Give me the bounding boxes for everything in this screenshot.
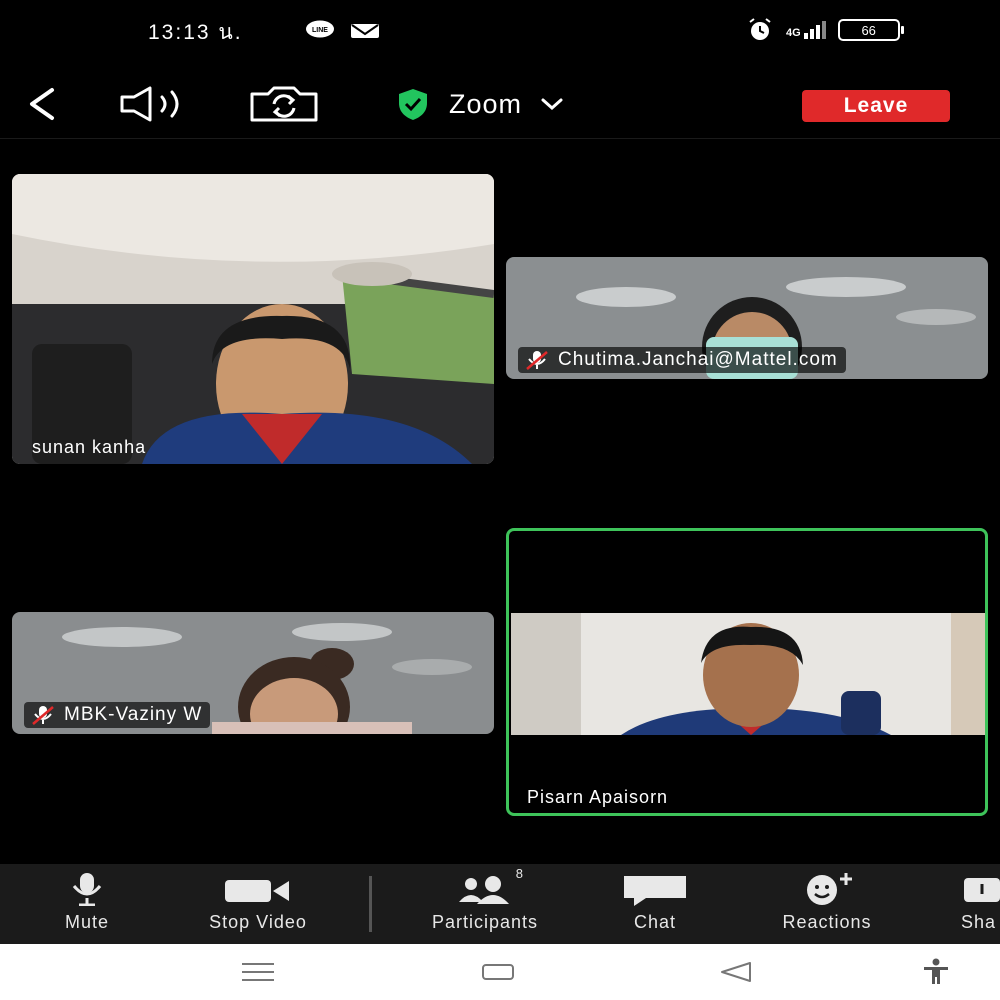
muted-mic-icon	[526, 351, 548, 370]
video-camera-icon	[225, 880, 289, 902]
status-system-icons: 4G 66	[746, 18, 904, 42]
system-nav-bar	[0, 944, 1000, 1000]
camera-switch-icon[interactable]	[248, 84, 320, 124]
status-time: 13:13 น.	[148, 21, 243, 44]
video-tile-sunan[interactable]: sunan kanha	[12, 174, 494, 464]
participants-label: Participants	[431, 912, 539, 932]
microphone-icon	[72, 873, 102, 906]
participant-name: Chutima.Janchai@Mattel.com	[558, 349, 838, 370]
accessibility-icon[interactable]	[920, 958, 952, 986]
participant-name: Pisarn Apaisorn	[527, 787, 669, 807]
stop-video-label: Stop Video	[209, 912, 307, 932]
alarm-icon	[749, 18, 771, 40]
share-screen-icon	[964, 878, 1000, 902]
participant-video	[12, 174, 494, 464]
stop-video-button[interactable]: Stop Video	[180, 872, 336, 933]
chat-label: Chat	[633, 912, 677, 932]
toolbar-divider	[369, 876, 372, 932]
share-button[interactable]: Sha	[958, 872, 1000, 933]
participant-name: MBK-Vaziny W	[64, 704, 203, 725]
smiley-plus-icon	[807, 873, 852, 905]
status-notification-icons: LINE	[305, 20, 381, 40]
signal-icon	[803, 21, 826, 39]
mute-label: Mute	[64, 912, 110, 932]
network-type: 4G	[786, 27, 801, 39]
svg-text:LINE: LINE	[312, 27, 328, 34]
reactions-label: Reactions	[782, 912, 872, 932]
chevron-left-icon[interactable]	[22, 84, 62, 124]
meeting-topbar: Zoom Leave	[0, 70, 1000, 139]
shield-check-icon	[399, 89, 427, 120]
reactions-button[interactable]: Reactions	[756, 872, 898, 933]
video-tile-vaziny[interactable]: MBK-Vaziny W	[12, 612, 494, 734]
mute-button[interactable]: Mute	[52, 872, 122, 933]
chat-bubble-icon	[624, 876, 686, 906]
participants-button[interactable]: 8 Participants	[400, 866, 570, 933]
video-tile-chutima[interactable]: Chutima.Janchai@Mattel.com	[506, 257, 988, 379]
video-tile-pisarn-active-speaker[interactable]: Pisarn Apaisorn	[506, 528, 988, 816]
meeting-toolbar: Mute Stop Video 8 Participants Chat Reac…	[0, 864, 1000, 944]
participants-count: 8	[515, 866, 523, 881]
meeting-title-dropdown[interactable]: Zoom	[395, 86, 564, 122]
muted-mic-icon	[32, 706, 54, 725]
chevron-down-icon	[541, 98, 563, 111]
share-label: Sha	[961, 912, 997, 932]
participants-icon	[459, 876, 509, 904]
participant-name: sunan kanha	[32, 437, 147, 457]
meeting-title: Zoom	[449, 88, 523, 119]
line-app-icon: LINE	[306, 20, 334, 38]
chat-button[interactable]: Chat	[620, 872, 690, 933]
battery-icon: 66	[837, 19, 904, 41]
mail-icon	[351, 24, 379, 38]
participant-video	[511, 613, 985, 735]
home-icon[interactable]	[480, 958, 516, 986]
participant-name-tag: MBK-Vaziny W	[24, 702, 211, 728]
participant-name-tag: Chutima.Janchai@Mattel.com	[518, 347, 846, 373]
speaker-icon[interactable]	[118, 84, 188, 124]
battery-level: 66	[861, 22, 876, 38]
back-icon[interactable]	[718, 958, 754, 986]
leave-button[interactable]: Leave	[802, 90, 950, 122]
menu-icon[interactable]	[240, 958, 276, 986]
